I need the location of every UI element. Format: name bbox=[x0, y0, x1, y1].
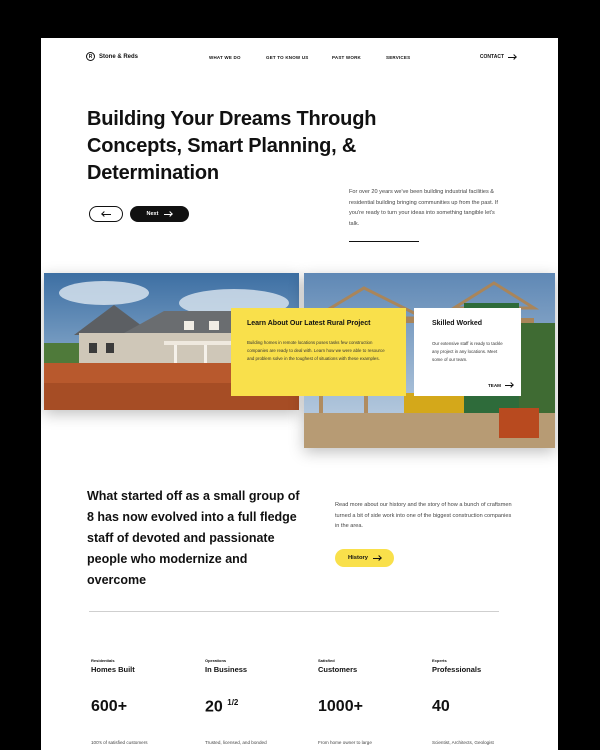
stat-footer: Trusted, licensed, and bonded bbox=[205, 740, 267, 745]
arrow-right-icon bbox=[508, 56, 516, 58]
team-link[interactable]: TEAM bbox=[488, 383, 513, 388]
arrow-left-icon bbox=[101, 213, 111, 215]
team-card-title: Skilled Worked bbox=[432, 320, 483, 327]
stat-caption: Residentials bbox=[91, 658, 115, 663]
nav-link-services[interactable]: SERVICES bbox=[386, 55, 410, 60]
stat-value: 40 bbox=[432, 698, 450, 715]
contact-link[interactable]: CONTACT bbox=[480, 54, 516, 60]
stat-professionals: Experts Professionals 40 Scientist, Arch… bbox=[432, 658, 532, 745]
stat-footer: 100's of satisfied customers bbox=[91, 740, 148, 745]
nav-link-what-we-do[interactable]: WHAT WE DO bbox=[209, 55, 241, 60]
stat-label: In Business bbox=[205, 665, 248, 674]
brand-name: Stone & Reds bbox=[99, 53, 139, 60]
previous-button[interactable] bbox=[89, 206, 123, 222]
brand-mark-icon: R bbox=[86, 52, 95, 61]
rural-project-title: Learn About Our Latest Rural Project bbox=[247, 320, 371, 327]
section-divider bbox=[89, 611, 499, 612]
stat-value-whole: 20 bbox=[205, 698, 223, 716]
next-label: Next bbox=[146, 211, 159, 217]
next-button[interactable]: Next bbox=[130, 206, 189, 222]
stat-caption: Operations bbox=[205, 658, 227, 663]
stat-value: 1000+ bbox=[318, 698, 363, 715]
rural-project-text: Building homes in remote locations poses… bbox=[247, 340, 385, 361]
stat-homes-built: Residentials Homes Built 600+ 100's of s… bbox=[91, 658, 191, 745]
hero-divider bbox=[349, 241, 419, 242]
stat-caption: Satisfied bbox=[318, 658, 335, 663]
stat-label: Professionals bbox=[432, 665, 482, 674]
brand-logo[interactable]: R Stone & Reds bbox=[86, 52, 138, 61]
stat-footer: Scientist, Architects, Geologist bbox=[432, 740, 494, 745]
stat-customers: Satisfied Customers 1000+ From home owne… bbox=[318, 658, 418, 745]
team-link-label: TEAM bbox=[487, 383, 501, 388]
hero-description: For over 20 years we've been building in… bbox=[349, 189, 498, 227]
history-label: History bbox=[348, 555, 368, 561]
nav-link-past-work[interactable]: PAST WORK bbox=[332, 55, 361, 60]
stat-label: Homes Built bbox=[91, 665, 135, 674]
nav-link-get-to-know-us[interactable]: GET TO KNOW US bbox=[266, 55, 308, 60]
landing-page: R Stone & Reds WHAT WE DO GET TO KNOW US… bbox=[41, 38, 558, 750]
history-button[interactable]: History bbox=[335, 549, 394, 567]
stat-caption: Experts bbox=[432, 658, 447, 663]
team-card: Skilled Worked Our extensive staff is re… bbox=[414, 308, 521, 396]
about-description: Read more about our history and the stor… bbox=[335, 502, 512, 529]
stat-label: Customers bbox=[318, 665, 358, 674]
stat-in-business: Operations In Business 20 1/2 Trusted, l… bbox=[205, 658, 305, 745]
about-heading: What started off as a small group of 8 h… bbox=[87, 489, 300, 587]
stat-value: 20 1/2 bbox=[205, 698, 238, 716]
stat-footer: From home owner to large bbox=[318, 740, 372, 745]
top-nav: R Stone & Reds WHAT WE DO GET TO KNOW US… bbox=[86, 52, 516, 66]
team-card-text: Our extensive staff is ready to tackle a… bbox=[432, 341, 503, 362]
contact-label: CONTACT bbox=[479, 54, 504, 60]
arrow-right-icon bbox=[372, 557, 381, 559]
stat-value-fraction: 1/2 bbox=[227, 698, 239, 707]
stat-value: 600+ bbox=[91, 698, 128, 715]
arrow-right-icon bbox=[505, 385, 513, 386]
hero-title: Building Your Dreams Through Concepts, S… bbox=[87, 108, 377, 184]
rural-project-card[interactable]: Learn About Our Latest Rural Project Bui… bbox=[231, 308, 406, 396]
arrow-right-icon bbox=[164, 213, 173, 215]
